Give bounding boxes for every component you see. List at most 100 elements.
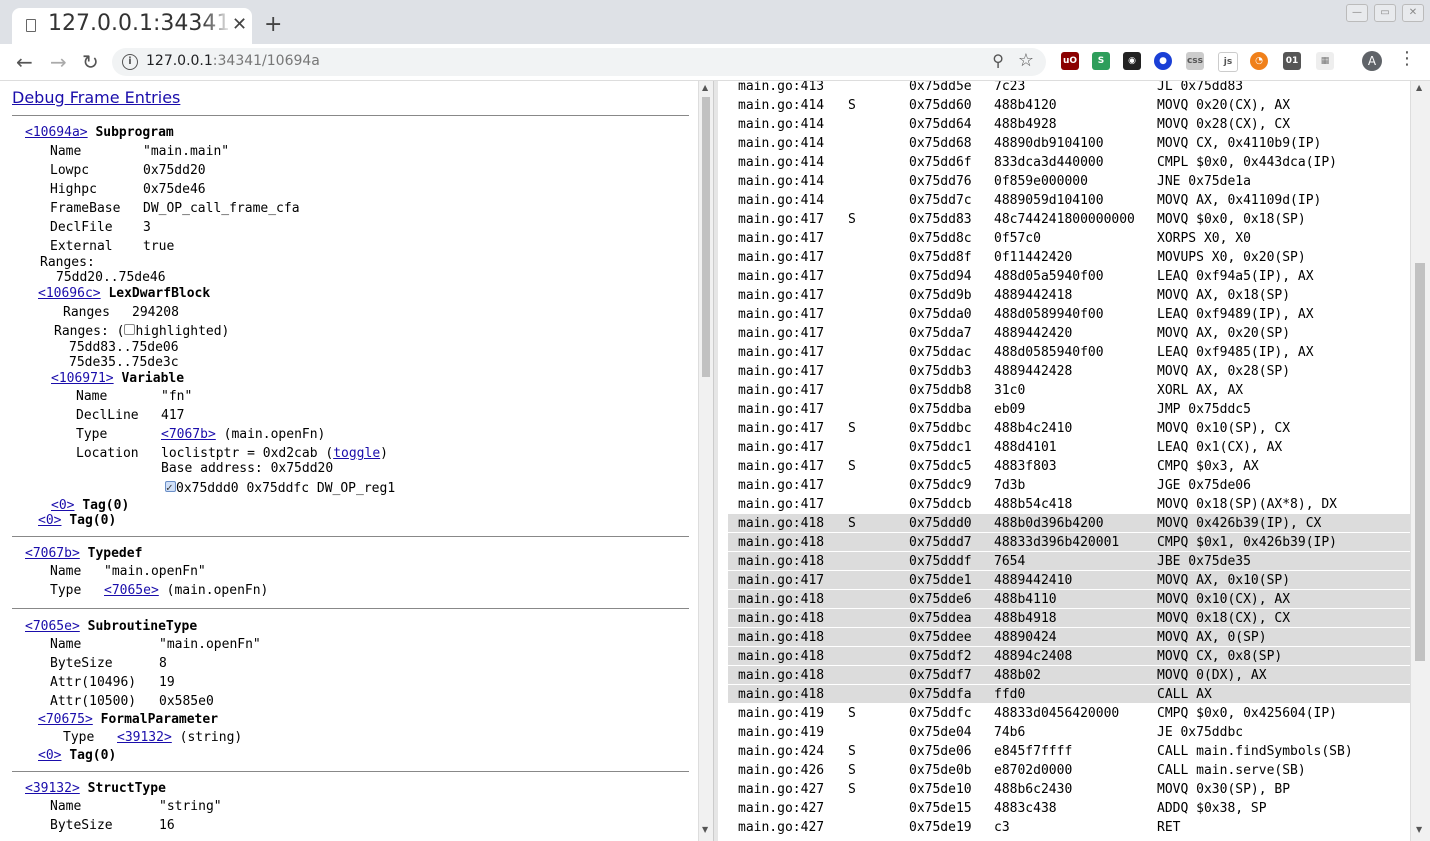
table-row: main.go:417 0x75dda7 4889442420 MOVQ AX, 0x… <box>728 324 1401 343</box>
table-row: main.go:417 0x75dd8f 0f11442420 MOVUPS X0, … <box>728 248 1401 267</box>
maximize-button[interactable]: ▭ <box>1374 4 1396 22</box>
bytes-cell: e845f7ffff <box>994 744 1073 759</box>
entry-link[interactable]: <0> <box>38 513 61 528</box>
instruction-cell: MOVQ 0x10(CX), AX <box>1146 590 1410 608</box>
instruction-cell: CMPQ $0x3, AX <box>1157 459 1259 474</box>
address-cell: 0x75dda7 <box>909 326 972 341</box>
left-scrollbar[interactable]: ▲ ▼ <box>698 81 713 841</box>
instruction-cell: MOVQ 0x28(CX), CX <box>1157 117 1291 132</box>
bytes-cell: 488b0d396b4200 <box>984 514 1154 532</box>
entry-link[interactable]: <7065e> <box>25 619 80 634</box>
address-cell: 0x75dd8f <box>909 250 972 265</box>
highlighted-checkbox[interactable] <box>124 324 136 335</box>
bytes-cell: 488b4120 <box>994 98 1057 113</box>
toggle-link[interactable]: toggle <box>333 446 380 461</box>
source-line-cell: main.go:417 <box>738 269 825 284</box>
grid-extension-icon[interactable]: ▦ <box>1316 52 1334 70</box>
entry-link[interactable]: <10696c> <box>38 286 101 301</box>
table-row: main.go:418 0x75ddd7 48833d396b420001 CMPQ … <box>728 533 1410 552</box>
source-line-cell: main.go:419 <box>738 725 825 740</box>
browser-tab[interactable]: 127.0.0.1:34341/ ✕ <box>12 8 252 44</box>
source-line-cell: main.go:414 <box>738 117 825 132</box>
entry-link[interactable]: <7067b> <box>25 546 80 561</box>
address-cell: 0x75ddfa <box>898 685 991 703</box>
entry-link[interactable]: <39132> <box>25 781 80 796</box>
address-cell: 0x75dd6f <box>909 155 972 170</box>
page-title[interactable]: Debug Frame Entries <box>12 88 180 107</box>
instruction-cell: JE 0x75ddbc <box>1157 725 1244 740</box>
entry-link[interactable]: <10694a> <box>25 125 88 140</box>
table-row: main.go:427 S 0x75de10 488b6c2430 MOVQ 0x30(… <box>728 780 1401 799</box>
source-line-cell: main.go:417 <box>738 364 825 379</box>
bytes-cell: 0f11442420 <box>994 250 1073 265</box>
entry-link[interactable]: <0> <box>38 748 61 763</box>
ghost-extension-icon[interactable]: ◉ <box>1123 52 1141 70</box>
scrollbar-thumb[interactable] <box>702 97 710 377</box>
css-extension-icon[interactable]: css <box>1186 52 1204 70</box>
table-row: main.go:417 0x75ddc9 7d3b JGE 0x75de06 <box>728 476 1401 495</box>
divider <box>12 115 689 116</box>
source-line-cell: main.go:414 <box>738 155 825 170</box>
address-bar[interactable]: i 127.0.0.1:34341/10694a ⚲ ☆ <box>112 48 1046 76</box>
js-extension-icon[interactable]: js <box>1218 52 1238 72</box>
table-row: main.go:417 0x75ddb8 31c0 XORL AX, AX <box>728 381 1401 400</box>
instruction-cell: MOVQ 0(DX), AX <box>1146 666 1410 684</box>
instruction-cell: MOVQ $0x0, 0x18(SP) <box>1157 212 1306 227</box>
minimize-button[interactable]: — <box>1346 4 1368 22</box>
info-icon[interactable]: i <box>122 54 138 70</box>
source-line-cell: main.go:417 <box>738 345 825 360</box>
entry-link[interactable]: <70675> <box>38 712 93 727</box>
instruction-cell: JBE 0x75de35 <box>1146 552 1410 570</box>
address-cell: 0x75dd83 <box>909 212 972 227</box>
01-extension-icon[interactable]: 01 <box>1283 52 1301 70</box>
instruction-cell: XORL AX, AX <box>1157 383 1244 398</box>
instruction-cell: MOVQ AX, 0x28(SP) <box>1157 364 1291 379</box>
entry-link[interactable]: <106971> <box>51 371 114 386</box>
instruction-cell: MOVQ 0x10(SP), CX <box>1157 421 1291 436</box>
table-row: main.go:414 0x75dd68 48890db9104100 MOVQ CX… <box>728 134 1401 153</box>
table-row: main.go:417 0x75ddac 488d0585940f00 LEAQ 0x… <box>728 343 1401 362</box>
address-cell: 0x75dd5e <box>909 81 972 94</box>
bookmark-star-icon[interactable]: ☆ <box>1018 50 1034 71</box>
instruction-cell: MOVQ AX, 0x10(SP) <box>1146 571 1410 589</box>
reload-icon[interactable]: ↻ <box>82 50 99 74</box>
s-extension-icon[interactable]: S <box>1092 52 1110 70</box>
source-line-cell: main.go:418 <box>728 647 844 665</box>
profile-avatar[interactable]: A <box>1362 51 1382 71</box>
orange-extension-icon[interactable]: ◔ <box>1250 52 1268 70</box>
source-line-cell: main.go:417 <box>738 402 825 417</box>
bytes-cell: 488d0585940f00 <box>994 345 1104 360</box>
table-row: main.go:427 0x75de19 c3 RET <box>728 818 1401 837</box>
address-cell: 0x75ddcb <box>909 497 972 512</box>
instruction-cell: LEAQ 0xf9485(IP), AX <box>1157 345 1314 360</box>
new-tab-button[interactable]: + <box>264 12 282 37</box>
type-link[interactable]: <7065e> <box>104 583 159 598</box>
bytes-cell: 488b54c418 <box>994 497 1073 512</box>
back-icon[interactable]: ← <box>16 50 33 74</box>
close-window-button[interactable]: ✕ <box>1402 4 1424 22</box>
source-line-cell: main.go:417 <box>738 383 825 398</box>
bytes-cell: 4889442420 <box>994 326 1073 341</box>
table-row: main.go:418 S 0x75ddd0 488b0d396b4200 MOVQ 0… <box>728 514 1410 533</box>
ublock-extension-icon[interactable]: uO <box>1061 52 1079 70</box>
bytes-cell: eb09 <box>994 402 1026 417</box>
source-line-cell: main.go:417 <box>728 571 844 589</box>
zoom-icon[interactable]: ⚲ <box>992 51 1004 70</box>
blue-extension-icon[interactable]: ● <box>1154 52 1172 70</box>
location-entry-checkbox[interactable] <box>165 478 176 497</box>
address-cell: 0x75dd8c <box>909 231 972 246</box>
address-cell: 0x75dd7c <box>909 193 972 208</box>
source-line-cell: main.go:414 <box>738 98 825 113</box>
kebab-menu-icon[interactable]: ⋮ <box>1398 48 1416 69</box>
table-row: main.go:417 0x75dde1 4889442410 MOVQ AX, 0x… <box>728 571 1410 590</box>
source-line-cell: main.go:417 <box>738 440 825 455</box>
bytes-cell: 488d4101 <box>994 440 1057 455</box>
close-tab-icon[interactable]: ✕ <box>232 14 247 35</box>
table-row: main.go:418 0x75dddf 7654 JBE 0x75de35 <box>728 552 1410 571</box>
source-line-cell: main.go:418 <box>728 628 844 646</box>
type-link[interactable]: <7067b> <box>161 427 216 442</box>
forward-icon[interactable]: → <box>50 50 67 74</box>
right-scrollbar[interactable]: ▲ ▼ <box>1410 81 1430 841</box>
scrollbar-thumb[interactable] <box>1415 263 1425 661</box>
type-link[interactable]: <39132> <box>117 730 172 745</box>
